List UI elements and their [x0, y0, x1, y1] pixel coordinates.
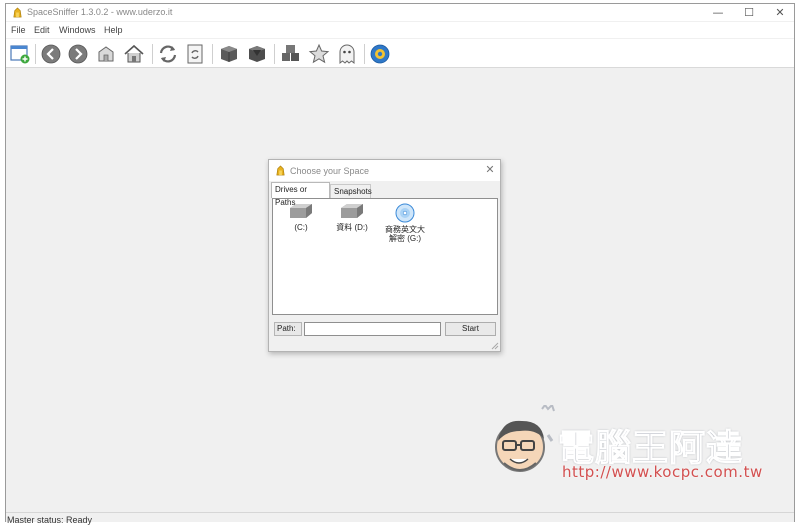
window-title: SpaceSniffer 1.3.0.2 - www.uderzo.it [27, 7, 173, 17]
menu-edit[interactable]: Edit [34, 25, 50, 35]
path-input[interactable] [304, 322, 441, 336]
ghost-icon[interactable] [336, 43, 358, 65]
app-logo-icon [276, 165, 285, 176]
path-label: Path: [274, 322, 302, 336]
refresh-page-icon[interactable] [184, 43, 206, 65]
mascot-face-icon [495, 405, 555, 472]
title-bar: SpaceSniffer 1.3.0.2 - www.uderzo.it — ☐… [6, 4, 794, 21]
zoom-out-icon[interactable] [246, 43, 268, 65]
toolbar-separator [274, 44, 275, 64]
dialog-close-button[interactable]: ✕ [484, 163, 496, 177]
drive-label: 資料 (D:) [336, 223, 368, 232]
toolbar-separator [35, 44, 36, 64]
refresh-icon[interactable] [157, 43, 179, 65]
toolbar [6, 39, 794, 68]
menu-bar: File Edit Windows Help [6, 22, 794, 38]
hard-drive-icon [341, 204, 363, 218]
drive-label-line2: 解密 (G:) [389, 234, 421, 243]
minimize-button[interactable]: — [706, 5, 730, 20]
start-button[interactable]: Start [445, 322, 496, 336]
close-button[interactable]: ✕ [768, 5, 792, 20]
menu-windows[interactable]: Windows [59, 25, 96, 35]
favorite-star-icon[interactable] [308, 43, 330, 65]
zoom-in-icon[interactable] [218, 43, 240, 65]
choose-space-dialog: Choose your Space ✕ Drives or Paths Snap… [268, 159, 501, 352]
dialog-title-bar: Choose your Space ✕ [269, 160, 500, 181]
toolbar-separator [212, 44, 213, 64]
folder-up-icon[interactable] [96, 43, 118, 65]
tab-drives-or-paths[interactable]: Drives or Paths [271, 182, 330, 207]
toolbar-separator [152, 44, 153, 64]
forward-icon[interactable] [67, 43, 89, 65]
settings-icon[interactable] [369, 43, 391, 65]
status-bar: Master status: Ready [6, 512, 794, 525]
drive-list: (C:) 資料 (D:) 商務英文大 解密 (G:) [272, 198, 498, 315]
watermark-url: http://www.kocpc.com.tw [562, 463, 763, 481]
home-icon[interactable] [123, 43, 145, 65]
dialog-title: Choose your Space [290, 166, 370, 176]
drive-label-line1: 商務英文大 [385, 225, 425, 234]
app-logo-icon [13, 7, 22, 18]
tab-snapshots[interactable]: Snapshots [330, 184, 372, 198]
resize-grip-icon[interactable] [490, 341, 499, 350]
toolbar-separator [364, 44, 365, 64]
back-icon[interactable] [40, 43, 62, 65]
filter-icon[interactable] [280, 43, 302, 65]
drive-item-g[interactable]: 商務英文大 解密 (G:) [381, 203, 429, 243]
menu-file[interactable]: File [11, 25, 26, 35]
new-window-icon[interactable] [9, 43, 31, 65]
menu-help[interactable]: Help [104, 25, 123, 35]
status-text: Master status: Ready [7, 515, 93, 525]
watermark: 電腦王阿達 http://www.kocpc.com.tw [490, 405, 763, 500]
drive-label: (C:) [294, 223, 308, 232]
optical-disc-icon [395, 203, 415, 223]
drive-item-d[interactable]: 資料 (D:) [332, 203, 372, 232]
maximize-button[interactable]: ☐ [737, 5, 761, 20]
